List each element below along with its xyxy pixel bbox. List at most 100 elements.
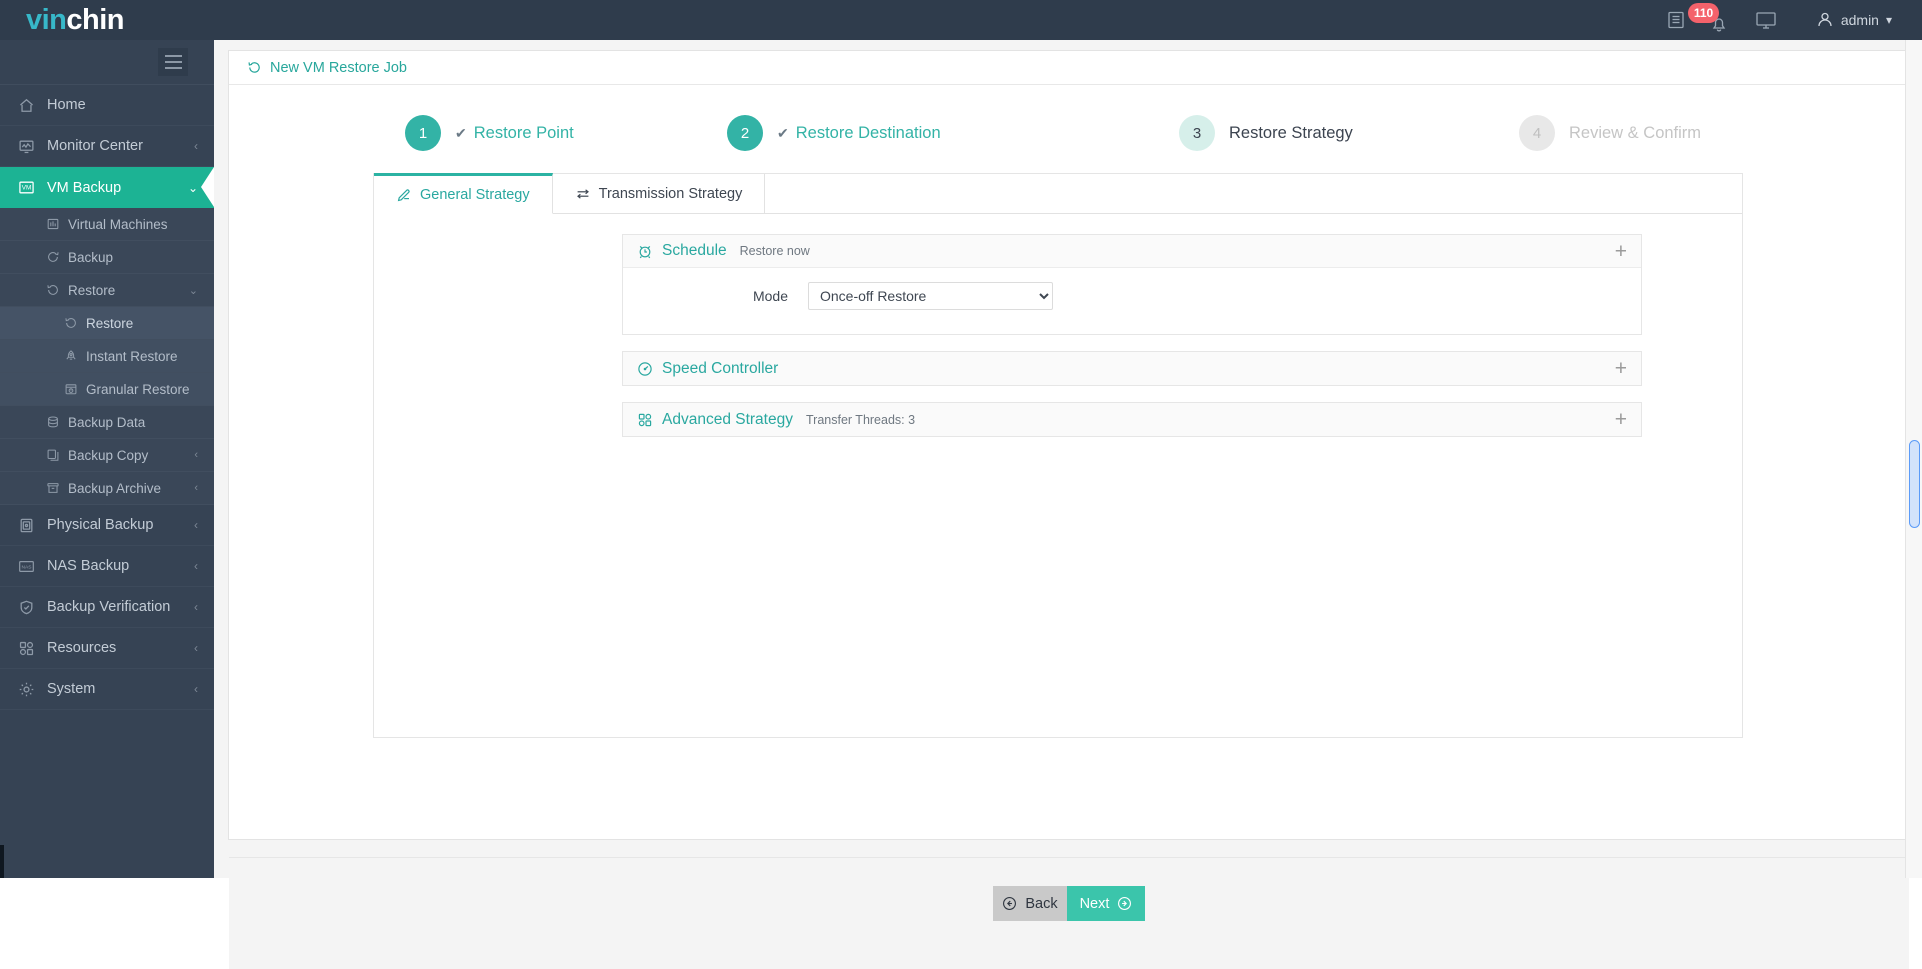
window-edge-marker bbox=[0, 845, 4, 878]
check-icon: ✔ bbox=[777, 124, 789, 141]
sidebar-item-label: Restore bbox=[68, 282, 116, 298]
sidebar-item-physical-backup[interactable]: Physical Backup ‹ bbox=[0, 505, 214, 546]
notifications-group[interactable]: 110 bbox=[1666, 0, 1726, 40]
panel-schedule: Schedule Restore now + Mode Once-off Restore bbox=[622, 234, 1642, 335]
sidebar-item-label: Granular Restore bbox=[86, 381, 190, 397]
user-menu[interactable]: admin ▾ bbox=[1816, 11, 1892, 29]
monitor-icon[interactable] bbox=[1754, 0, 1778, 40]
blocks-icon bbox=[18, 640, 43, 657]
rocket-icon bbox=[64, 349, 86, 363]
sidebar-collapse-row bbox=[0, 40, 214, 85]
step-number: 4 bbox=[1519, 115, 1555, 151]
panel-body-schedule: Mode Once-off Restore bbox=[623, 268, 1641, 334]
sidebar-subitem-instant-restore-child[interactable]: Instant Restore bbox=[0, 340, 214, 373]
sidebar-item-label: Resources bbox=[47, 640, 117, 656]
panel-title: Schedule bbox=[662, 242, 727, 259]
home-icon bbox=[18, 97, 43, 114]
document-icon[interactable] bbox=[1666, 0, 1686, 40]
page-title: New VM Restore Job bbox=[270, 59, 407, 76]
alarm-clock-icon bbox=[637, 243, 653, 259]
chevron-icon: ⌄ bbox=[187, 180, 198, 195]
panel-header-advanced-strategy[interactable]: Advanced Strategy Transfer Threads: 3 + bbox=[623, 403, 1641, 436]
hamburger-icon[interactable] bbox=[158, 48, 188, 76]
scrollbar-thumb[interactable] bbox=[1909, 440, 1920, 528]
sidebar-item-label: Backup Verification bbox=[47, 599, 171, 615]
monitor-chart-icon bbox=[18, 138, 43, 155]
chevron-icon: ⌄ bbox=[188, 284, 198, 297]
logo-part-2: chin bbox=[66, 3, 125, 36]
logo-part-1: vin bbox=[26, 3, 67, 36]
chevron-icon: ‹ bbox=[194, 641, 198, 655]
sidebar-item-system[interactable]: System ‹ bbox=[0, 669, 214, 710]
check-icon: ✔ bbox=[455, 124, 467, 141]
mode-select[interactable]: Once-off Restore bbox=[808, 282, 1053, 310]
expand-plus-icon[interactable]: + bbox=[1615, 358, 1627, 379]
wizard-step-2[interactable]: 2 ✔ Restore Destination bbox=[727, 115, 941, 151]
app-logo[interactable]: vin chin bbox=[0, 0, 214, 40]
panel-header-schedule[interactable]: Schedule Restore now + bbox=[623, 235, 1641, 268]
panel-title: Advanced Strategy bbox=[662, 410, 793, 428]
pencil-icon bbox=[396, 187, 412, 203]
wizard-step-1[interactable]: 1 ✔ Restore Point bbox=[405, 115, 574, 151]
arrow-right-circle-icon bbox=[1117, 896, 1132, 911]
chevron-icon: ‹ bbox=[194, 682, 198, 696]
sidebar-subitem-backup-data[interactable]: Backup Data bbox=[0, 406, 214, 439]
svg-text:VM: VM bbox=[22, 185, 32, 192]
sidebar-item-label: Instant Restore bbox=[86, 348, 178, 364]
top-bar: vin chin 110 admin ▾ bbox=[0, 0, 1922, 40]
panel-header-speed-controller[interactable]: Speed Controller + bbox=[623, 352, 1641, 385]
panel-advanced-strategy: Advanced Strategy Transfer Threads: 3 + bbox=[622, 402, 1642, 437]
sidebar-subitem-virtual-machines[interactable]: Virtual Machines bbox=[0, 208, 214, 241]
mode-field-label: Mode bbox=[752, 288, 788, 304]
sidebar-item-label: Backup Copy bbox=[68, 447, 149, 463]
sidebar-item-nas-backup[interactable]: NAS NAS Backup ‹ bbox=[0, 546, 214, 587]
step-label-wrap: Restore Strategy bbox=[1229, 124, 1353, 143]
hamburger-bar bbox=[164, 67, 182, 69]
panel-speed-controller: Speed Controller + bbox=[622, 351, 1642, 386]
grid-icon bbox=[46, 217, 68, 231]
tab-general-strategy[interactable]: General Strategy bbox=[374, 173, 553, 214]
step-label-wrap: Review & Confirm bbox=[1569, 124, 1701, 143]
vertical-scrollbar[interactable] bbox=[1905, 40, 1922, 878]
panel-summary: Transfer Threads: 3 bbox=[805, 412, 916, 427]
sidebar-item-backup-verification[interactable]: Backup Verification ‹ bbox=[0, 587, 214, 628]
gear-icon bbox=[18, 681, 43, 698]
sidebar-subitem-backup[interactable]: Backup bbox=[0, 241, 214, 274]
expand-plus-icon[interactable]: + bbox=[1615, 241, 1627, 262]
sidebar-item-resources[interactable]: Resources ‹ bbox=[0, 628, 214, 669]
content-card: New VM Restore Job 1 ✔ Restore Point 2 ✔ Rest… bbox=[228, 50, 1909, 969]
sidebar-subitem-granular-restore-child[interactable]: Granular Restore bbox=[0, 373, 214, 406]
transfer-icon bbox=[575, 186, 591, 202]
calendar-icon bbox=[64, 382, 86, 396]
wizard-footer: Back Next bbox=[229, 857, 1909, 969]
panel-summary: Restore now bbox=[739, 244, 810, 258]
wizard-step-3[interactable]: 3 Restore Strategy bbox=[1179, 115, 1353, 151]
username-label: admin bbox=[1840, 12, 1879, 28]
copy-icon bbox=[46, 448, 68, 462]
next-button-label: Next bbox=[1079, 895, 1110, 912]
step-wizard: 1 ✔ Restore Point 2 ✔ Restore Destination 3 Res… bbox=[229, 85, 1907, 175]
next-button[interactable]: Next bbox=[1067, 886, 1145, 921]
sidebar-subitem-backup-copy[interactable]: Backup Copy ‹ bbox=[0, 439, 214, 472]
sidebar-item-home[interactable]: Home bbox=[0, 85, 214, 126]
sidebar-item-vm-backup[interactable]: VM VM Backup ⌄ bbox=[0, 167, 214, 208]
back-button[interactable]: Back bbox=[993, 886, 1067, 921]
sidebar-subitem-restore[interactable]: Restore ⌄ bbox=[0, 274, 214, 307]
wizard-step-4[interactable]: 4 Review & Confirm bbox=[1519, 115, 1701, 151]
sidebar-subitem-restore-child[interactable]: Restore bbox=[0, 307, 214, 340]
sidebar-subitem-backup-archive[interactable]: Backup Archive ‹ bbox=[0, 472, 214, 505]
main-content: New VM Restore Job 1 ✔ Restore Point 2 ✔ Rest… bbox=[214, 40, 1922, 969]
sidebar-item-monitor-center[interactable]: Monitor Center ‹ bbox=[0, 126, 214, 167]
notification-badge[interactable]: 110 bbox=[1687, 3, 1720, 23]
speedometer-icon bbox=[637, 361, 653, 377]
expand-plus-icon[interactable]: + bbox=[1615, 409, 1627, 430]
sidebar-item-label: Monitor Center bbox=[47, 138, 143, 154]
archive-icon bbox=[46, 481, 68, 495]
database-icon bbox=[46, 415, 68, 429]
sidebar-item-label: VM Backup bbox=[47, 179, 122, 196]
tab-transmission-strategy[interactable]: Transmission Strategy bbox=[552, 174, 766, 213]
server-icon bbox=[18, 517, 43, 534]
active-pointer bbox=[201, 167, 214, 207]
strategy-panel: General Strategy Transmission Strategy Sc… bbox=[373, 173, 1743, 738]
accordion-list: Schedule Restore now + Mode Once-off Restore… bbox=[374, 214, 1742, 437]
